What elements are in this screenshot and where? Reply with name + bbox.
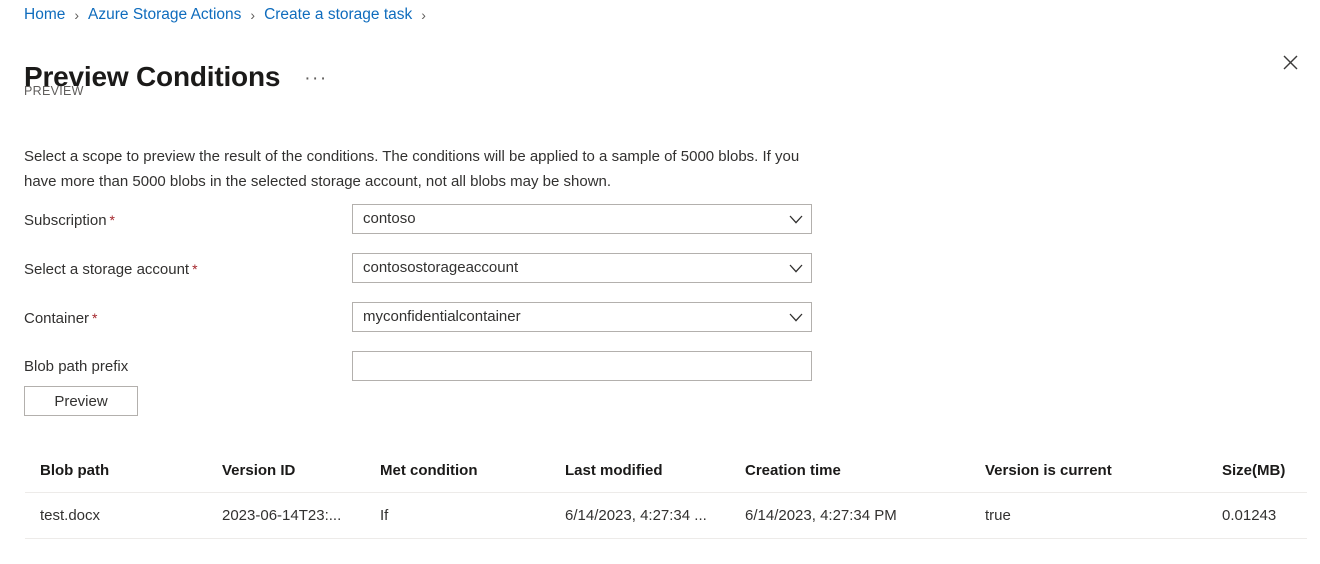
cell-version-is-current: true <box>985 506 1011 524</box>
container-dropdown[interactable]: myconfidentialcontainer <box>352 302 812 332</box>
cell-met-condition: If <box>380 506 389 524</box>
blade-description: Select a scope to preview the result of … <box>24 148 800 190</box>
chevron-down-icon <box>781 313 811 322</box>
form-row-subscription: Subscription * contoso <box>0 204 1320 253</box>
label-blob-path-prefix: Blob path prefix <box>24 358 129 375</box>
preview-conditions-blade: Home › Azure Storage Actions › Create a … <box>0 0 1320 564</box>
cell-size-mb: 0.01243 <box>1222 506 1277 524</box>
cell-creation-time: 6/14/2023, 4:27:34 PM <box>745 506 897 524</box>
preview-badge: PREVIEW <box>24 84 84 98</box>
required-marker: * <box>109 212 115 228</box>
label-subscription: Subscription * <box>24 210 115 231</box>
required-marker: * <box>192 261 198 277</box>
breadcrumb-separator-icon: › <box>250 7 256 23</box>
close-icon <box>1283 55 1297 69</box>
column-header-last-modified: Last modified <box>565 462 663 479</box>
chevron-down-icon <box>781 264 811 273</box>
storage-account-dropdown-value: contosostorageaccount <box>363 259 519 276</box>
close-button[interactable] <box>1272 44 1308 80</box>
cell-last-modified: 6/14/2023, 4:27:34 ... <box>565 506 707 524</box>
breadcrumb: Home › Azure Storage Actions › Create a … <box>24 5 435 25</box>
cell-blob-path: test.docx <box>40 506 101 524</box>
label-subscription-text: Subscription <box>24 212 107 229</box>
preview-results-table: Blob path Version ID Met condition Last … <box>25 450 1307 539</box>
column-header-creation-time: Creation time <box>745 462 841 479</box>
container-dropdown-value: myconfidentialcontainer <box>363 308 521 325</box>
column-header-version-id: Version ID <box>222 462 296 479</box>
cell-version-id: 2023-06-14T23:... <box>222 506 342 524</box>
chevron-down-icon <box>781 215 811 224</box>
label-storage-account-text: Select a storage account <box>24 261 190 278</box>
form-row-container: Container * myconfidentialcontainer <box>0 302 1320 351</box>
label-container-text: Container <box>24 310 90 327</box>
required-marker: * <box>92 310 98 326</box>
overflow-menu-icon[interactable]: ··· <box>300 68 331 94</box>
breadcrumb-separator-icon: › <box>421 7 426 23</box>
column-header-version-is-current: Version is current <box>985 462 1112 479</box>
storage-account-dropdown[interactable]: contosostorageaccount <box>352 253 812 283</box>
scope-form: Subscription * contoso Select a storage a… <box>0 204 1320 400</box>
breadcrumb-item-azure-storage-actions[interactable]: Azure Storage Actions <box>88 5 241 25</box>
subscription-dropdown-value: contoso <box>363 210 416 227</box>
blob-path-prefix-field[interactable] <box>352 351 812 381</box>
page-title-row: Preview Conditions ··· <box>24 40 332 114</box>
breadcrumb-item-home[interactable]: Home <box>24 5 65 25</box>
breadcrumb-separator-icon: › <box>74 7 80 23</box>
label-storage-account: Select a storage account * <box>24 259 198 280</box>
table-row[interactable]: test.docx 2023-06-14T23:... If 6/14/2023… <box>25 493 1307 539</box>
label-container: Container * <box>24 308 98 329</box>
form-row-blob-path-prefix: Blob path prefix <box>0 351 1320 400</box>
preview-button[interactable]: Preview <box>24 386 138 416</box>
form-row-storage-account: Select a storage account * contosostorage… <box>0 253 1320 302</box>
column-header-met-condition: Met condition <box>380 462 478 479</box>
subscription-dropdown[interactable]: contoso <box>352 204 812 234</box>
column-header-blob-path: Blob path <box>40 462 110 479</box>
breadcrumb-item-create-a-storage-task[interactable]: Create a storage task <box>264 5 412 25</box>
column-header-size-mb: Size(MB) <box>1222 462 1286 479</box>
table-header-row: Blob path Version ID Met condition Last … <box>25 450 1307 493</box>
